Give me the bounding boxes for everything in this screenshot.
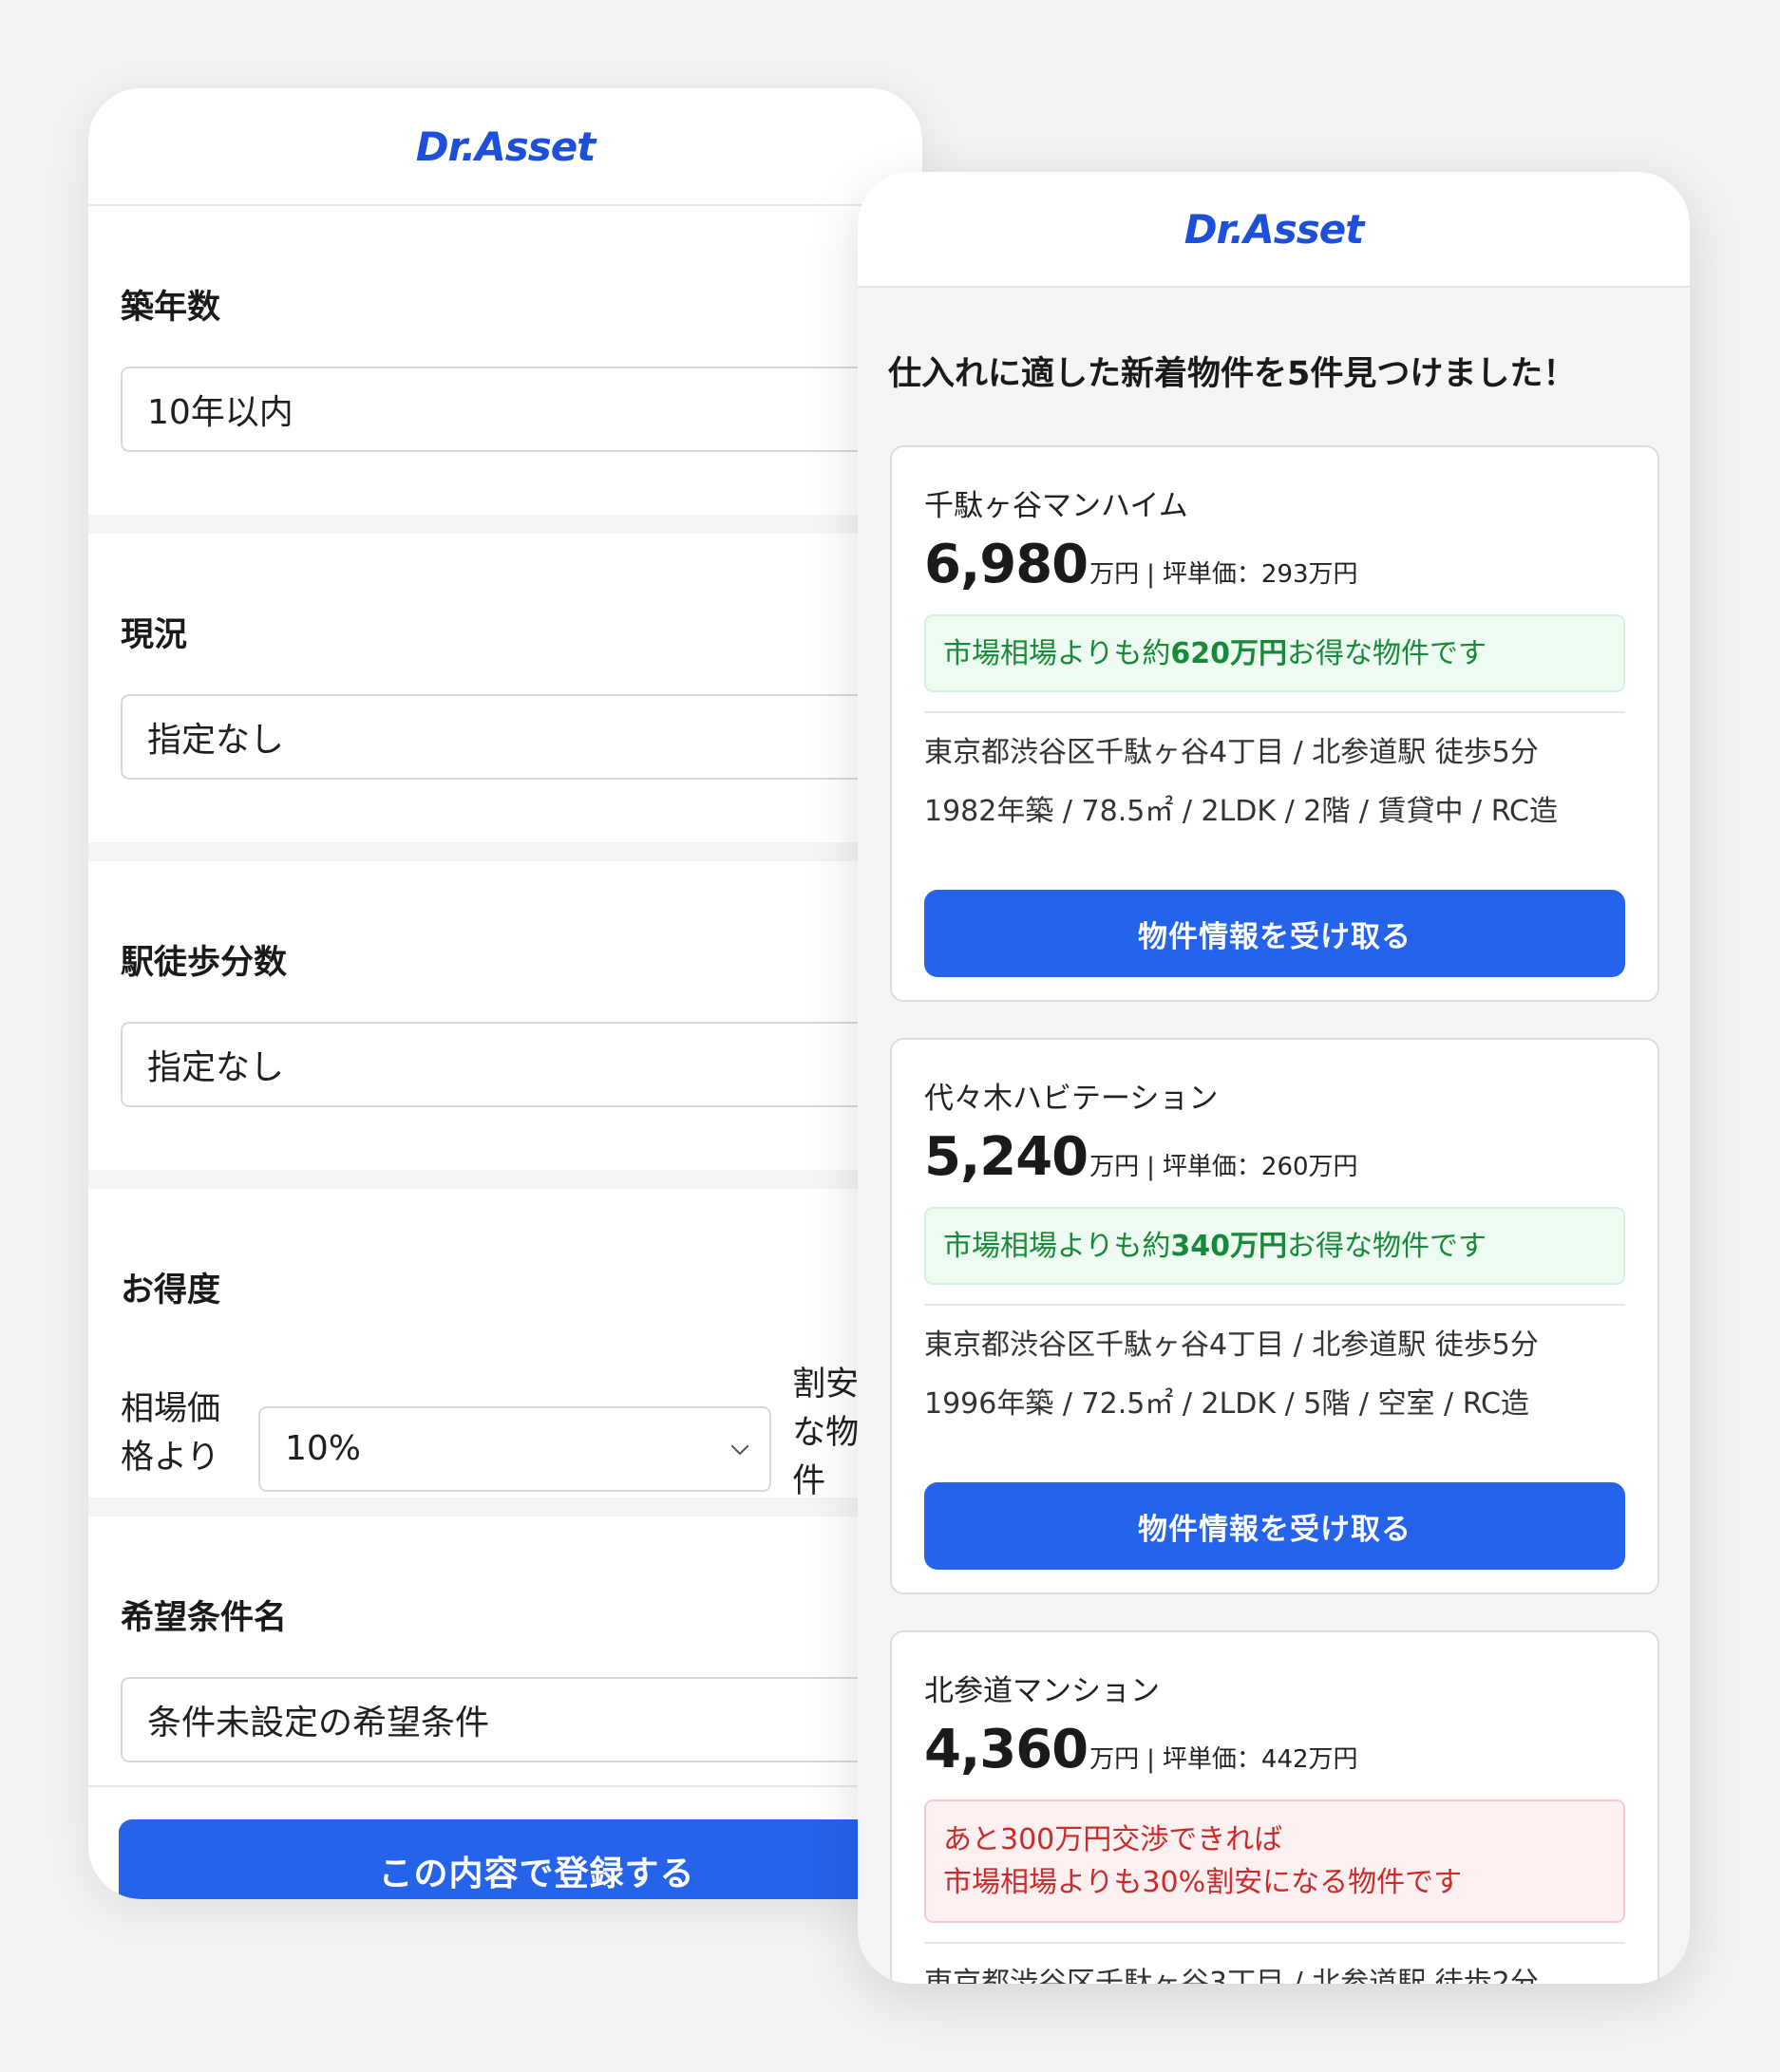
walk-minutes-label: 駅徒歩分数 bbox=[121, 944, 288, 982]
deal-banner-amount: 620万円 bbox=[1170, 636, 1288, 670]
deal-banner: 市場相場よりも約 620万円 お得な物件です bbox=[924, 614, 1625, 692]
app-logo: Dr.Asset bbox=[1184, 205, 1365, 253]
price-separator: | bbox=[1146, 1745, 1155, 1774]
property-specs: 1996年築 / 72.5㎡ / 2LDK / 5階 / 空室 / RC造 bbox=[924, 1387, 1530, 1421]
walk-minutes-select[interactable]: 指定なし bbox=[121, 1022, 922, 1107]
section-divider bbox=[88, 842, 922, 861]
section-divider bbox=[88, 515, 922, 534]
deal-row: 相場価格より 10% 割安な物件 bbox=[121, 1357, 890, 1502]
deal-prefix-text: 相場価格より bbox=[121, 1389, 221, 1477]
property-name: 千駄ヶ谷マンハイム bbox=[924, 489, 1188, 523]
deal-banner: 市場相場よりも約 340万円 お得な物件です bbox=[924, 1207, 1625, 1285]
deal-banner-prefix: 市場相場よりも約 bbox=[943, 1229, 1171, 1263]
price-row: 5,240 万円 | 坪単価：260万円 bbox=[924, 1126, 1625, 1188]
deal-percent-value: 10% bbox=[284, 1429, 361, 1468]
deal-banner-amount: 340万円 bbox=[1170, 1229, 1288, 1263]
app-header: Dr.Asset bbox=[858, 172, 1690, 288]
building-age-section: 築年数 10年以内 bbox=[88, 206, 922, 515]
unit-price: 坪単価：442万円 bbox=[1162, 1745, 1358, 1774]
deal-section: お得度 相場価格より 10% 割安な物件 bbox=[88, 1189, 922, 1500]
results-screen: Dr.Asset 仕入れに適した新着物件を5件見つけました！ 千駄ヶ谷マンハイム… bbox=[858, 172, 1690, 1984]
property-location: 東京都渋谷区千駄ヶ谷4丁目 / 北参道駅 徒歩5分 bbox=[924, 1328, 1539, 1362]
walk-minutes-value: 指定なし bbox=[147, 1048, 285, 1087]
unit-price: 坪単価：293万円 bbox=[1162, 560, 1358, 589]
property-specs: 1982年築 / 78.5㎡ / 2LDK / 2階 / 賃貸中 / RC造 bbox=[924, 795, 1559, 828]
building-age-select[interactable]: 10年以内 bbox=[121, 367, 922, 452]
deal-banner-suffix: お得な物件です bbox=[1287, 1229, 1487, 1263]
status-label: 現況 bbox=[121, 616, 188, 654]
property-name: 北参道マンション bbox=[924, 1674, 1160, 1708]
property-price: 5,240 bbox=[924, 1126, 1089, 1188]
receive-info-button[interactable]: 物件情報を受け取る bbox=[924, 1482, 1625, 1570]
price-separator: | bbox=[1146, 560, 1155, 589]
price-row: 6,980 万円 | 坪単価：293万円 bbox=[924, 534, 1625, 595]
status-section: 現況 指定なし bbox=[88, 534, 922, 842]
search-conditions-screen: Dr.Asset 築年数 10年以内 現況 指定なし 駅徒歩分数 指定なし お得… bbox=[88, 88, 922, 1899]
card-divider bbox=[924, 1304, 1625, 1306]
register-button[interactable]: この内容で登録する bbox=[119, 1819, 922, 1899]
condition-name-input[interactable]: 条件未設定の希望条件 bbox=[121, 1677, 922, 1762]
status-select[interactable]: 指定なし bbox=[121, 694, 922, 780]
status-value: 指定なし bbox=[147, 721, 285, 760]
card-divider bbox=[924, 711, 1625, 713]
property-card: 北参道マンション 4,360 万円 | 坪単価：442万円 あと300万円交渉で… bbox=[890, 1630, 1659, 1984]
negotiation-line-2: 市場相場よりも30%割安になる物件です bbox=[943, 1866, 1463, 1899]
condition-name-section: 希望条件名 条件未設定の希望条件 bbox=[88, 1516, 922, 1785]
property-name: 代々木ハビテーション bbox=[924, 1082, 1219, 1116]
building-age-value: 10年以内 bbox=[147, 393, 294, 432]
deal-banner-suffix: お得な物件です bbox=[1287, 636, 1487, 670]
property-location: 東京都渋谷区千駄ヶ谷4丁目 / 北参道駅 徒歩5分 bbox=[924, 736, 1539, 769]
building-age-label: 築年数 bbox=[121, 289, 221, 327]
chevron-down-icon bbox=[730, 1444, 749, 1455]
receive-info-button[interactable]: 物件情報を受け取る bbox=[924, 890, 1625, 977]
price-row: 4,360 万円 | 坪単価：442万円 bbox=[924, 1719, 1625, 1780]
price-unit: 万円 bbox=[1089, 1153, 1140, 1181]
price-separator: | bbox=[1146, 1153, 1155, 1181]
property-price: 6,980 bbox=[924, 534, 1089, 595]
deal-banner-prefix: 市場相場よりも約 bbox=[943, 636, 1171, 670]
price-unit: 万円 bbox=[1089, 1745, 1140, 1774]
condition-name-label: 希望条件名 bbox=[121, 1599, 288, 1637]
deal-label: お得度 bbox=[121, 1271, 221, 1309]
results-heading: 仕入れに適した新着物件を5件見つけました！ bbox=[888, 355, 1577, 393]
card-divider bbox=[924, 1942, 1625, 1944]
app-header: Dr.Asset bbox=[88, 88, 922, 206]
property-card: 千駄ヶ谷マンハイム 6,980 万円 | 坪単価：293万円 市場相場よりも約 6… bbox=[890, 445, 1659, 1002]
condition-name-value: 条件未設定の希望条件 bbox=[147, 1704, 490, 1742]
negotiation-line-1: あと300万円交渉できれば bbox=[943, 1823, 1283, 1856]
app-logo: Dr.Asset bbox=[415, 122, 596, 170]
unit-price: 坪単価：260万円 bbox=[1162, 1153, 1358, 1181]
property-price: 4,360 bbox=[924, 1719, 1089, 1780]
submit-area: この内容で登録する bbox=[88, 1785, 922, 1899]
property-card: 代々木ハビテーション 5,240 万円 | 坪単価：260万円 市場相場よりも約… bbox=[890, 1038, 1659, 1594]
section-divider bbox=[88, 1170, 922, 1189]
deal-percent-select[interactable]: 10% bbox=[257, 1405, 772, 1492]
negotiation-banner: あと300万円交渉できれば 市場相場よりも30%割安になる物件です bbox=[924, 1799, 1625, 1923]
price-unit: 万円 bbox=[1089, 560, 1140, 589]
property-location: 東京都渋谷区千駄ヶ谷3丁目 / 北参道駅 徒歩2分 bbox=[924, 1967, 1539, 1984]
walk-minutes-section: 駅徒歩分数 指定なし bbox=[88, 861, 922, 1170]
